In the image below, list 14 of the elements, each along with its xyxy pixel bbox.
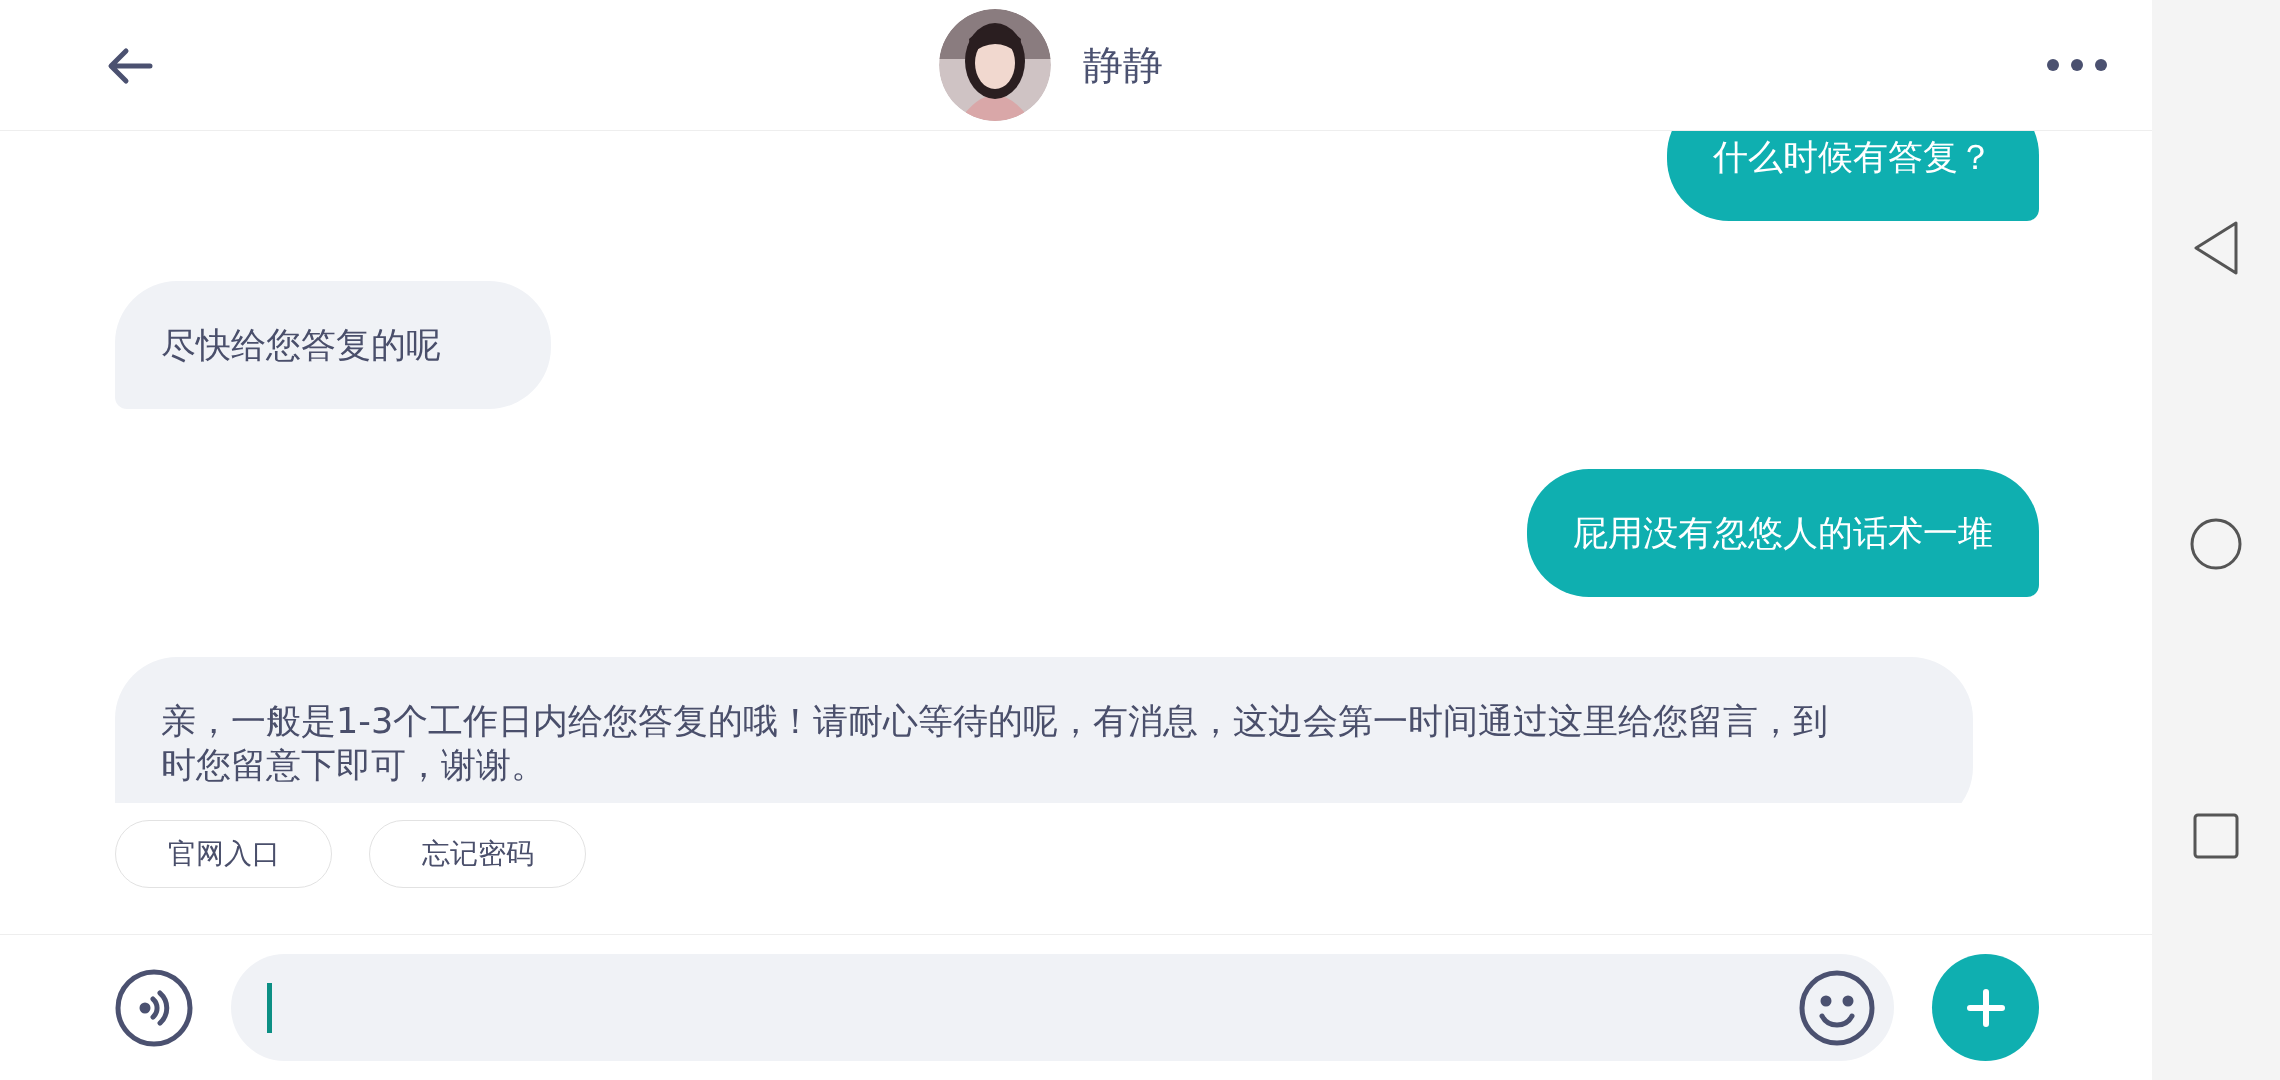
received-message: 尽快给您答复的呢 <box>115 281 551 409</box>
emoji-button[interactable] <box>1798 968 1876 1047</box>
recents-nav-button[interactable] <box>2192 811 2240 860</box>
text-cursor <box>267 982 272 1033</box>
sent-message: 屁用没有忽悠人的话术一堆 <box>1527 469 2039 597</box>
more-icon <box>2046 58 2108 72</box>
quick-reply-chip[interactable]: 忘记密码 <box>369 819 586 888</box>
plus-icon <box>1965 987 2006 1028</box>
home-nav-button[interactable] <box>2189 517 2243 571</box>
sent-message: 什么时候有答复？ <box>1667 131 2039 221</box>
received-message: 亲，一般是1-3个工作日内给您答复的哦！请耐心等待的呢，有消息，这边会第一时间通过这里给您留言，到时您留意下即可，谢谢。 <box>115 657 1973 803</box>
quick-reply-chip[interactable]: 官网入口 <box>115 819 332 888</box>
contact-name: 静静 <box>1083 41 1163 90</box>
voice-button[interactable] <box>115 968 193 1047</box>
